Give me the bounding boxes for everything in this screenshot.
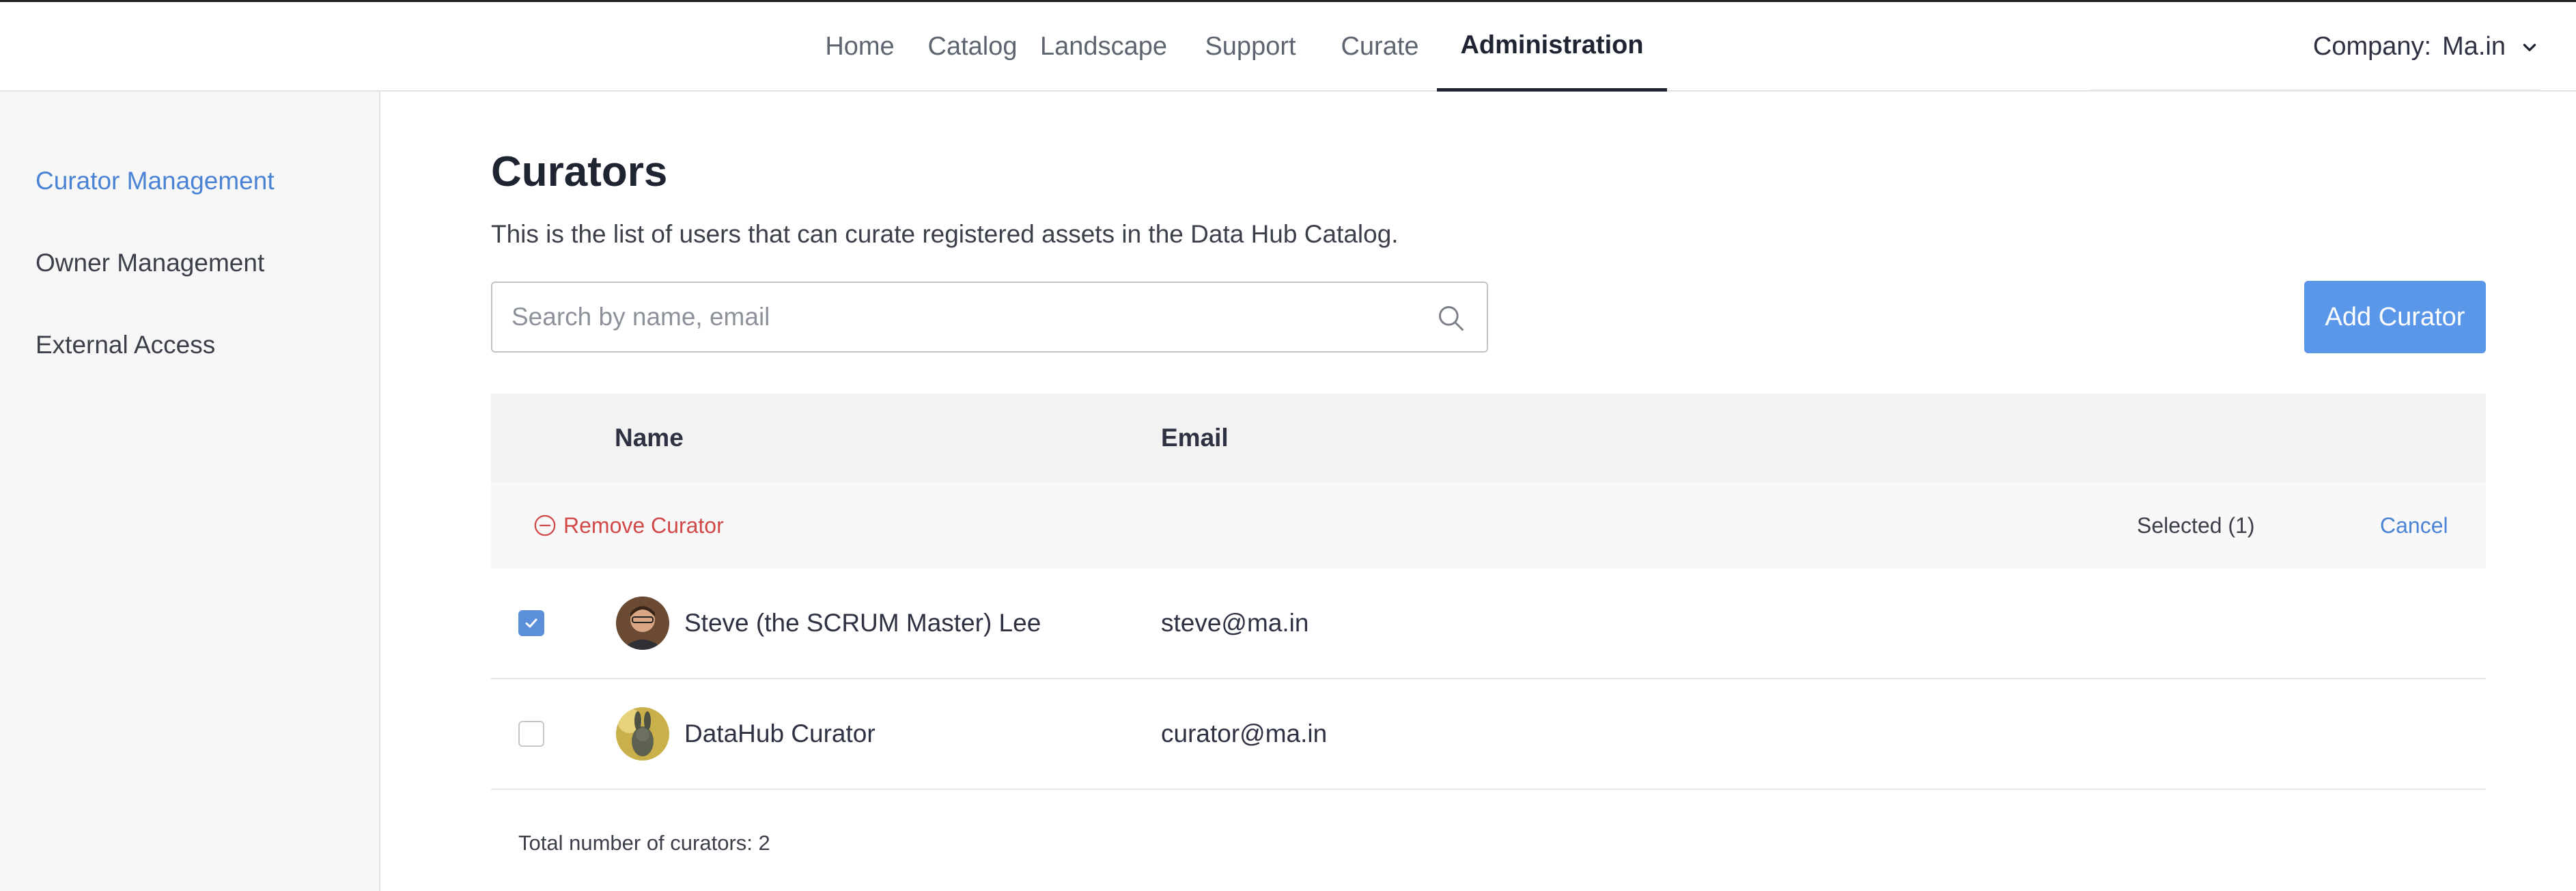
main-content: Curators This is the list of users that … [380, 92, 2576, 891]
sidebar-item-curator-management[interactable]: Curator Management [36, 167, 275, 195]
nav-administration[interactable]: Administration [1437, 2, 1667, 92]
row-email: curator@ma.in [1161, 719, 1328, 748]
search-input[interactable] [510, 302, 1401, 332]
row-checkbox[interactable] [518, 721, 544, 747]
search-icon[interactable] [1436, 303, 1466, 333]
page-title: Curators [491, 148, 668, 195]
page-description: This is the list of users that can curat… [491, 220, 1399, 248]
chevron-down-icon [2523, 43, 2536, 51]
total-count: Total number of curators: 2 [518, 831, 770, 855]
table-row[interactable]: DataHub Curator curator@ma.in [491, 679, 2486, 790]
nav-support[interactable]: Support [1178, 2, 1323, 92]
column-header-email[interactable]: Email [1161, 394, 1229, 482]
nav-landscape[interactable]: Landscape [1029, 2, 1178, 92]
remove-curator-label: Remove Curator [563, 512, 724, 538]
selection-action-bar: Remove Curator Selected (1) Cancel [491, 482, 2486, 568]
table-row[interactable]: Steve (the SCRUM Master) Lee steve@ma.in [491, 568, 2486, 679]
nav-catalog[interactable]: Catalog [916, 2, 1029, 92]
row-checkbox[interactable] [518, 610, 544, 636]
sidebar: Curator Management Owner Management Exte… [0, 92, 380, 891]
row-name: DataHub Curator [684, 719, 876, 748]
search-box [491, 282, 1488, 353]
add-curator-button[interactable]: Add Curator [2304, 281, 2486, 353]
sidebar-item-external-access[interactable]: External Access [36, 331, 215, 359]
avatar [616, 597, 669, 650]
cancel-button[interactable]: Cancel [2380, 482, 2448, 568]
company-selector[interactable]: Company: Ma.in [2313, 2, 2538, 92]
main-nav: Home Catalog Landscape Support Curate Ad… [804, 2, 1667, 92]
minus-circle-icon [534, 515, 556, 536]
sidebar-item-owner-management[interactable]: Owner Management [36, 249, 264, 277]
checkmark-icon [525, 618, 537, 628]
avatar [616, 707, 669, 760]
row-name: Steve (the SCRUM Master) Lee [684, 609, 1041, 637]
company-value: Ma.in [2442, 32, 2506, 61]
selected-count: Selected (1) [2137, 512, 2255, 538]
table-header: Name Email [491, 394, 2486, 482]
nav-curate[interactable]: Curate [1323, 2, 1437, 92]
company-label: Company: [2312, 32, 2432, 61]
remove-curator-button[interactable]: Remove Curator [533, 482, 724, 568]
row-email: steve@ma.in [1161, 609, 1309, 637]
top-navbar: Home Catalog Landscape Support Curate Ad… [0, 0, 2576, 92]
column-header-name[interactable]: Name [615, 394, 684, 482]
nav-home[interactable]: Home [804, 2, 916, 92]
